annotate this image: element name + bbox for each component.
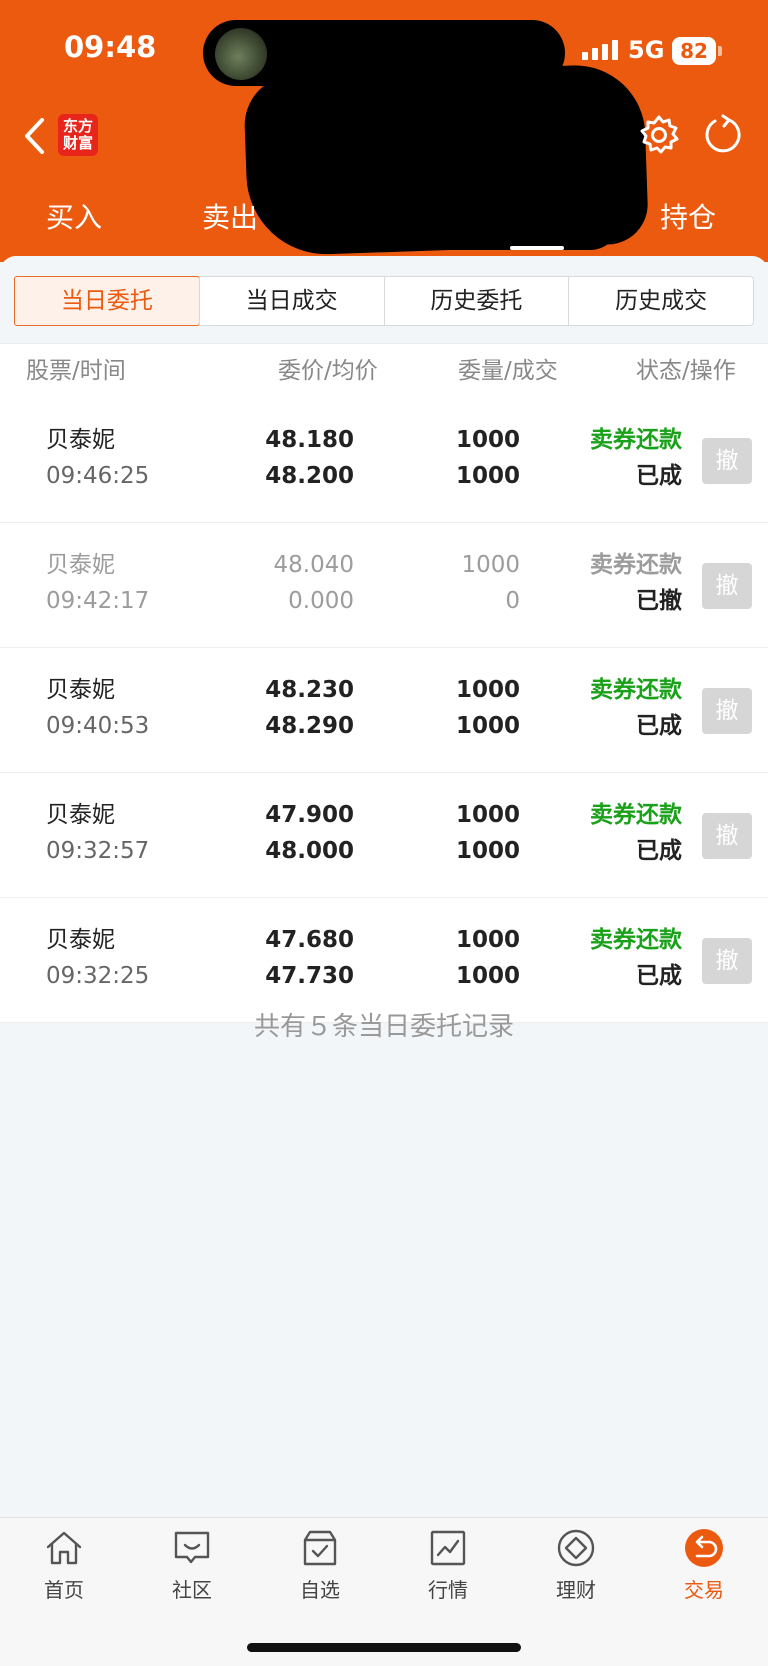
avg-price: 48.200 xyxy=(265,463,354,489)
chat-icon xyxy=(174,1531,210,1564)
watchlist-icon xyxy=(303,1530,337,1566)
order-qty: 1000 xyxy=(455,802,520,828)
avg-price: 47.730 xyxy=(265,963,354,989)
order-status: 已撤 xyxy=(636,588,682,614)
nav-buy[interactable]: 买入 xyxy=(46,196,102,236)
order-time: 09:42:17 xyxy=(46,588,150,614)
network-type: 5G xyxy=(628,36,665,64)
order-price: 48.040 xyxy=(273,552,354,578)
filled-qty: 1000 xyxy=(455,713,520,739)
segment-tabs: 当日委托 当日成交 历史委托 历史成交 xyxy=(14,276,754,326)
refresh-icon[interactable] xyxy=(702,114,744,156)
logo-text-line2: 财富 xyxy=(62,134,93,152)
avg-price: 48.000 xyxy=(265,838,354,864)
order-price: 48.230 xyxy=(265,677,354,703)
tabbar-label: 交易 xyxy=(684,1578,724,1602)
tabbar-label: 首页 xyxy=(44,1578,84,1602)
home-indicator xyxy=(247,1643,521,1652)
stock-name: 贝泰妮 xyxy=(46,927,115,953)
order-status: 已成 xyxy=(636,963,682,989)
cancel-button[interactable]: 撤 xyxy=(702,938,752,984)
table-row[interactable]: 贝泰妮 09:32:25 47.680 47.730 1000 1000 卖券还… xyxy=(0,898,768,1023)
filled-qty: 0 xyxy=(505,588,520,614)
table-header: 股票/时间 委价/均价 委量/成交 状态/操作 xyxy=(0,343,768,399)
avatar xyxy=(215,28,267,80)
order-type: 卖券还款 xyxy=(590,677,682,703)
market-chart-icon xyxy=(430,1530,466,1566)
battery-nub xyxy=(718,46,722,56)
order-price: 47.680 xyxy=(265,927,354,953)
tab-history-trades[interactable]: 历史成交 xyxy=(568,277,753,325)
stock-name: 贝泰妮 xyxy=(46,552,115,578)
status-time: 09:48 xyxy=(64,30,157,64)
stock-name: 贝泰妮 xyxy=(46,677,115,703)
nav-sell[interactable]: 卖出 xyxy=(202,196,258,236)
order-type: 卖券还款 xyxy=(590,802,682,828)
back-icon[interactable] xyxy=(22,116,48,156)
stock-name: 贝泰妮 xyxy=(46,802,115,828)
tabbar-label: 理财 xyxy=(556,1578,596,1602)
order-qty: 1000 xyxy=(455,677,520,703)
tab-history-orders[interactable]: 历史委托 xyxy=(383,277,569,325)
order-price: 47.900 xyxy=(265,802,354,828)
tab-today-trades[interactable]: 当日成交 xyxy=(198,277,384,325)
order-time: 09:32:57 xyxy=(46,838,150,864)
home-icon xyxy=(46,1531,82,1565)
app-header: 09:48 5G 82 东方 财富 买入 卖出 持仓 xyxy=(0,0,768,262)
order-type: 卖券还款 xyxy=(590,927,682,953)
tabbar-market[interactable]: 行情 xyxy=(398,1528,498,1603)
order-qty: 1000 xyxy=(455,927,520,953)
redacted-area xyxy=(280,180,620,250)
gear-icon[interactable] xyxy=(638,114,680,156)
column-status: 状态/操作 xyxy=(636,358,736,384)
trade-icon xyxy=(685,1529,723,1567)
order-time: 09:40:53 xyxy=(46,713,150,739)
diamond-icon xyxy=(557,1529,595,1567)
nav-positions[interactable]: 持仓 xyxy=(660,196,716,236)
table-row[interactable]: 贝泰妮 09:40:53 48.230 48.290 1000 1000 卖券还… xyxy=(0,648,768,773)
tabbar-watchlist[interactable]: 自选 xyxy=(270,1528,370,1603)
filled-qty: 1000 xyxy=(455,963,520,989)
nav-active-indicator xyxy=(510,246,564,250)
tabbar-label: 自选 xyxy=(300,1578,340,1602)
order-type: 卖券还款 xyxy=(590,552,682,578)
record-count-summary: 共有５条当日委托记录 xyxy=(253,1012,514,1042)
tabbar-label: 社区 xyxy=(172,1578,212,1602)
order-qty: 1000 xyxy=(455,427,520,453)
order-type: 卖券还款 xyxy=(590,427,682,453)
order-time: 09:46:25 xyxy=(46,463,150,489)
order-qty: 1000 xyxy=(461,552,520,578)
tabbar-trade[interactable]: 交易 xyxy=(654,1528,754,1603)
stock-name: 贝泰妮 xyxy=(46,427,115,453)
app-logo: 东方 财富 xyxy=(58,114,98,156)
order-price: 48.180 xyxy=(265,427,354,453)
column-quantity: 委量/成交 xyxy=(458,358,558,384)
cancel-button[interactable]: 撤 xyxy=(702,563,752,609)
tabbar-label: 行情 xyxy=(428,1578,468,1602)
filled-qty: 1000 xyxy=(455,838,520,864)
table-row[interactable]: 贝泰妮 09:46:25 48.180 48.200 1000 1000 卖券还… xyxy=(0,398,768,523)
table-row[interactable]: 贝泰妮 09:42:17 48.040 0.000 1000 0 卖券还款 已撤… xyxy=(0,523,768,648)
order-time: 09:32:25 xyxy=(46,963,150,989)
cancel-button[interactable]: 撤 xyxy=(702,813,752,859)
avg-price: 0.000 xyxy=(288,588,354,614)
signal-icon xyxy=(582,40,618,60)
avg-price: 48.290 xyxy=(265,713,354,739)
cancel-button[interactable]: 撤 xyxy=(702,438,752,484)
table-row[interactable]: 贝泰妮 09:32:57 47.900 48.000 1000 1000 卖券还… xyxy=(0,773,768,898)
tabbar-community[interactable]: 社区 xyxy=(142,1528,242,1603)
tabbar-wealth[interactable]: 理财 xyxy=(526,1528,626,1603)
column-price: 委价/均价 xyxy=(278,358,378,384)
order-status: 已成 xyxy=(636,838,682,864)
orders-panel: 当日委托 当日成交 历史委托 历史成交 股票/时间 委价/均价 委量/成交 状态… xyxy=(0,256,768,1516)
battery-icon: 82 xyxy=(672,37,716,65)
order-status: 已成 xyxy=(636,713,682,739)
cancel-button[interactable]: 撤 xyxy=(702,688,752,734)
logo-text-line1: 东方 xyxy=(62,117,93,135)
column-stock-time: 股票/时间 xyxy=(26,358,126,384)
order-status: 已成 xyxy=(636,463,682,489)
tab-today-orders[interactable]: 当日委托 xyxy=(14,276,200,326)
tabbar-home[interactable]: 首页 xyxy=(14,1528,114,1603)
filled-qty: 1000 xyxy=(455,463,520,489)
